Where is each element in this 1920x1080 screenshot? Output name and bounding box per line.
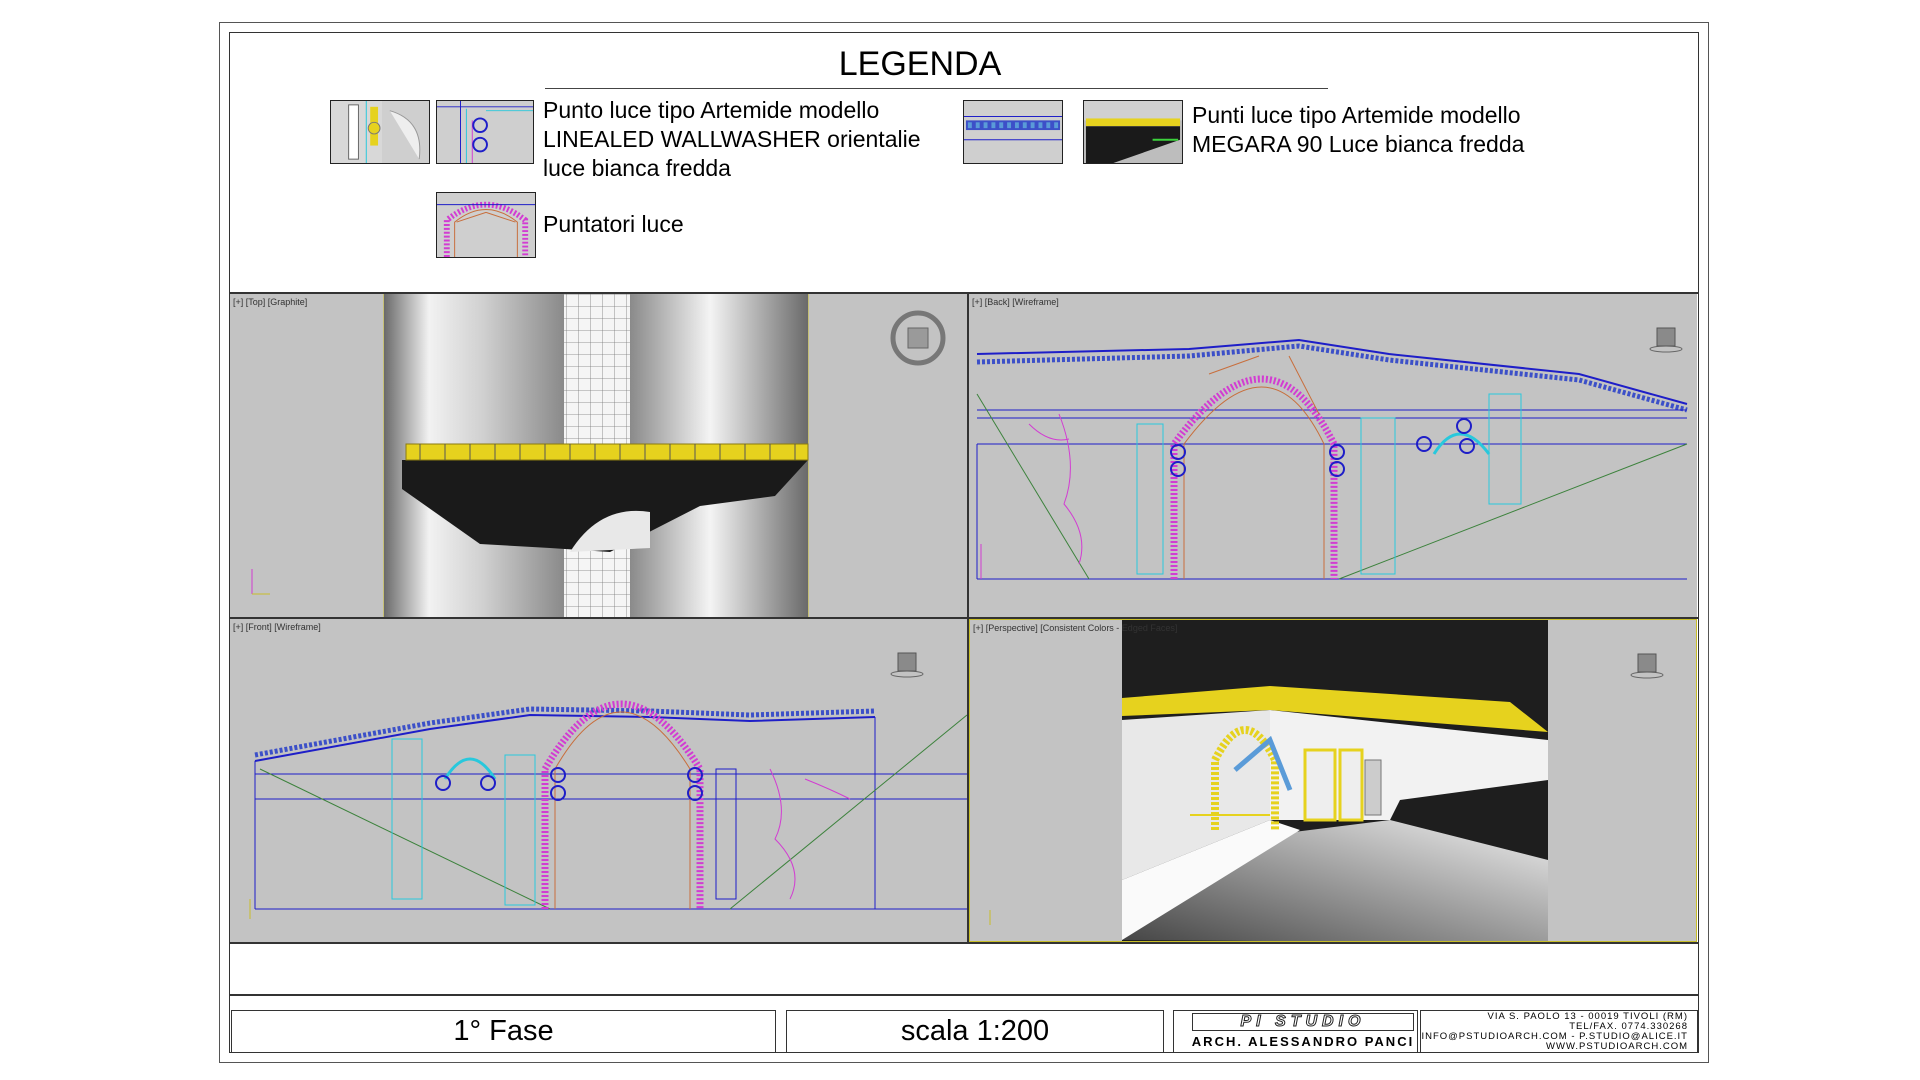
- title-block-phase: 1° Fase: [453, 1015, 554, 1047]
- legend-thumb-wallwasher-front: [436, 100, 534, 164]
- viewcube-icon[interactable]: [890, 310, 946, 366]
- legend-thumb-megara-front: [963, 100, 1063, 164]
- viewport-front-scene: [249, 700, 967, 919]
- viewport-top-label: [+] [Top] [Graphite]: [233, 297, 308, 307]
- viewport-back-label: [+] [Back] [Wireframe]: [972, 297, 1059, 307]
- viewport-perspective[interactable]: [+] [Perspective] [Consistent Colors - E…: [969, 619, 1697, 942]
- legend-item-megara-line-1: Punti luce tipo Artemide modello: [1192, 102, 1521, 128]
- legend-item-wallwasher-line-1: Punto luce tipo Artemide modello: [543, 97, 880, 123]
- viewport-top[interactable]: [+] [Top] [Graphite]: [230, 294, 967, 617]
- studio-logo: PI STUDIO: [1192, 1013, 1414, 1031]
- legend-title: LEGENDA: [838, 45, 1002, 83]
- legend-item-wallwasher-line-3: luce bianca fredda: [543, 155, 731, 181]
- viewport-back-scene: [976, 338, 1688, 580]
- viewcube-icon[interactable]: [890, 649, 924, 679]
- legend-item-megara-text: Punti luce tipo Artemide modello MEGARA …: [1192, 101, 1524, 159]
- viewport-front-label: [+] [Front] [Wireframe]: [233, 622, 321, 632]
- legend-item-puntatori-line-1: Puntatori luce: [543, 211, 684, 237]
- title-block-scale: scala 1:200: [900, 1015, 1050, 1047]
- title-block-phase-cell: 1° Fase: [231, 1010, 776, 1053]
- legend-thumb-wallwasher-side: [330, 100, 430, 164]
- legend-item-megara-line-2: MEGARA 90 Luce bianca fredda: [1192, 131, 1525, 157]
- viewport-perspective-label: [+] [Perspective] [Consistent Colors - E…: [973, 623, 1178, 633]
- viewport-grid-bottom-border: [229, 942, 1699, 944]
- legend-underline: [545, 88, 1328, 89]
- legend-item-wallwasher-line-2: LINEALED WALLWASHER orientalie: [543, 126, 921, 152]
- viewcube-icon[interactable]: [1649, 324, 1683, 354]
- legend-item-puntatori-text: Puntatori luce: [543, 210, 684, 239]
- viewport-top-scene: [251, 294, 809, 617]
- legend-item-wallwasher-text: Punto luce tipo Artemide modello LINEALE…: [543, 96, 921, 183]
- viewport-perspective-scene: [989, 620, 1548, 941]
- architect-name: ARCH. ALESSANDRO PANCI: [1191, 1034, 1415, 1049]
- viewport-front[interactable]: [+] [Front] [Wireframe]: [230, 619, 967, 942]
- title-block-divider: [229, 994, 1699, 996]
- legend-thumb-megara-perspective: [1083, 100, 1183, 164]
- address-line-4: WWW.PSTUDIOARCH.COM: [1546, 1041, 1688, 1052]
- legend-thumb-puntatori: [436, 192, 536, 258]
- viewport-back[interactable]: [+] [Back] [Wireframe]: [969, 294, 1697, 617]
- title-block-scale-cell: scala 1:200: [786, 1010, 1164, 1053]
- viewcube-icon[interactable]: [1630, 650, 1664, 680]
